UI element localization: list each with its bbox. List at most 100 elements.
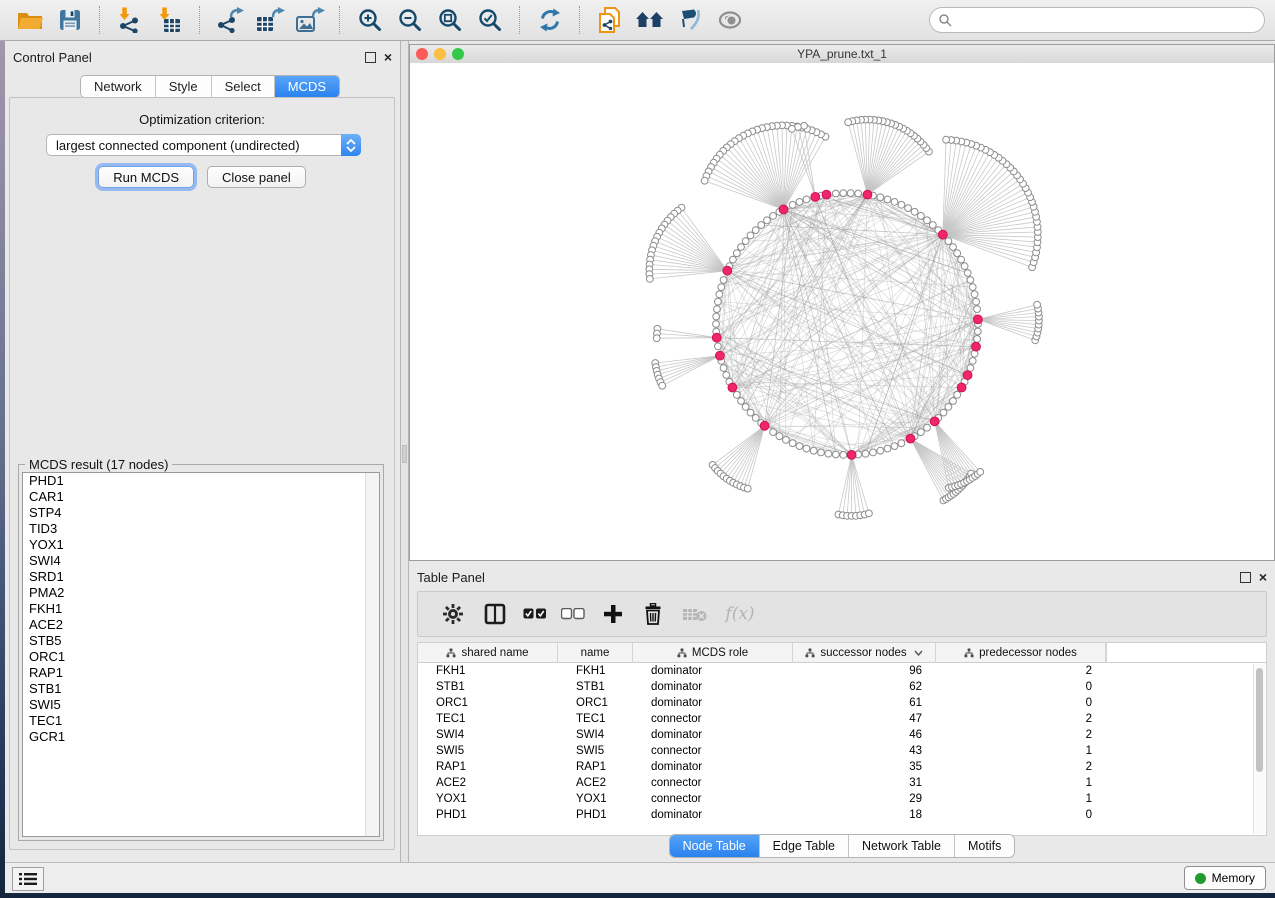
mcds-node[interactable] <box>906 434 915 443</box>
mcds-result-item[interactable]: PMA2 <box>23 585 379 601</box>
network-node[interactable] <box>801 122 808 129</box>
panel-splitter[interactable] <box>400 41 409 862</box>
float-panel-icon[interactable] <box>1240 572 1251 583</box>
tab-mcds[interactable]: MCDS <box>275 76 339 97</box>
first-neighbors-button[interactable] <box>633 4 667 36</box>
network-node[interactable] <box>713 313 720 320</box>
network-node[interactable] <box>977 469 984 476</box>
network-node[interactable] <box>803 445 810 452</box>
column-header-name[interactable]: name <box>558 643 633 662</box>
mcds-node[interactable] <box>712 333 721 342</box>
network-node[interactable] <box>720 277 727 284</box>
mcds-node[interactable] <box>723 266 732 275</box>
network-node[interactable] <box>898 440 905 447</box>
mcds-node[interactable] <box>938 230 947 239</box>
column-header-successor-nodes[interactable]: successor nodes <box>793 643 936 662</box>
network-node[interactable] <box>945 238 952 245</box>
network-node[interactable] <box>720 365 727 372</box>
sort-arrow-icon[interactable] <box>914 650 923 656</box>
network-node[interactable] <box>898 201 905 208</box>
mcds-result-item[interactable]: SWI4 <box>23 553 379 569</box>
network-node[interactable] <box>974 328 981 335</box>
tab-style[interactable]: Style <box>156 76 212 97</box>
network-node[interactable] <box>918 213 925 220</box>
mcds-node[interactable] <box>779 205 788 214</box>
network-node[interactable] <box>891 443 898 450</box>
table-row[interactable]: PHD1PHD1dominator180 <box>418 807 1266 823</box>
mcds-node[interactable] <box>974 315 983 324</box>
network-node[interactable] <box>891 199 898 206</box>
network-node[interactable] <box>884 196 891 203</box>
network-node[interactable] <box>723 372 730 379</box>
network-node[interactable] <box>924 424 931 431</box>
mcds-result-item[interactable]: PHD1 <box>23 473 379 489</box>
network-node[interactable] <box>789 125 796 132</box>
network-node[interactable] <box>862 450 869 457</box>
network-node[interactable] <box>924 217 931 224</box>
network-node[interactable] <box>961 263 968 270</box>
zoom-in-button[interactable] <box>353 4 387 36</box>
network-node[interactable] <box>770 213 777 220</box>
network-node[interactable] <box>646 276 653 283</box>
network-node[interactable] <box>715 298 722 305</box>
network-node[interactable] <box>733 391 740 398</box>
memory-button[interactable]: Memory <box>1184 866 1266 890</box>
network-node[interactable] <box>877 194 884 201</box>
network-node[interactable] <box>905 205 912 212</box>
splitter-grip[interactable] <box>402 445 407 463</box>
network-node[interactable] <box>783 437 790 444</box>
save-session-button[interactable] <box>53 4 87 36</box>
mcds-node[interactable] <box>930 417 939 426</box>
open-session-button[interactable] <box>13 4 47 36</box>
mcds-result-item[interactable]: CAR1 <box>23 489 379 505</box>
network-node[interactable] <box>714 306 721 313</box>
table-row[interactable]: SWI4SWI4dominator462 <box>418 727 1266 743</box>
network-node[interactable] <box>958 256 965 263</box>
table-scrollbar[interactable] <box>1253 664 1265 834</box>
mcds-result-item[interactable]: RAP1 <box>23 665 379 681</box>
network-node[interactable] <box>929 222 936 229</box>
column-header-MCDS-role[interactable]: MCDS role <box>633 643 793 662</box>
select-all-button[interactable] <box>520 598 550 630</box>
float-panel-icon[interactable] <box>365 52 376 63</box>
table-row[interactable]: SWI5SWI5connector431 <box>418 743 1266 759</box>
import-network-button[interactable] <box>113 4 147 36</box>
import-table-button[interactable] <box>153 4 187 36</box>
network-node[interactable] <box>738 398 745 405</box>
table-row[interactable]: ORC1ORC1dominator610 <box>418 695 1266 711</box>
network-node[interactable] <box>840 452 847 459</box>
network-node[interactable] <box>796 199 803 206</box>
mcds-result-item[interactable]: TEC1 <box>23 713 379 729</box>
network-node[interactable] <box>832 190 839 197</box>
export-table-button[interactable] <box>253 4 287 36</box>
run-mcds-button[interactable]: Run MCDS <box>98 166 194 188</box>
mcds-node[interactable] <box>963 371 972 380</box>
hide-selection-button[interactable] <box>673 4 707 36</box>
network-canvas[interactable] <box>410 63 1274 560</box>
network-node[interactable] <box>718 284 725 291</box>
network-node[interactable] <box>832 451 839 458</box>
network-node[interactable] <box>971 291 978 298</box>
network-node[interactable] <box>713 321 720 328</box>
network-node[interactable] <box>974 306 981 313</box>
network-node[interactable] <box>911 208 918 215</box>
network-node[interactable] <box>653 335 660 342</box>
network-node[interactable] <box>847 190 854 197</box>
column-header-shared-name[interactable]: shared name <box>418 643 558 662</box>
tab-network[interactable]: Network <box>81 76 156 97</box>
mcds-result-item[interactable]: STB5 <box>23 633 379 649</box>
network-node[interactable] <box>1034 301 1041 308</box>
network-node[interactable] <box>964 270 971 277</box>
export-image-button[interactable] <box>293 4 327 36</box>
network-node[interactable] <box>803 196 810 203</box>
network-node[interactable] <box>776 433 783 440</box>
new-network-from-selection-button[interactable] <box>593 4 627 36</box>
mcds-result-item[interactable]: GCR1 <box>23 729 379 745</box>
mcds-result-item[interactable]: STB1 <box>23 681 379 697</box>
close-panel-button[interactable]: Close panel <box>207 166 306 188</box>
table-scrollbar-thumb[interactable] <box>1256 668 1263 772</box>
tab-node-table[interactable]: Node Table <box>670 835 760 857</box>
close-panel-icon[interactable]: × <box>1259 572 1267 582</box>
network-node[interactable] <box>738 244 745 251</box>
network-node[interactable] <box>973 298 980 305</box>
